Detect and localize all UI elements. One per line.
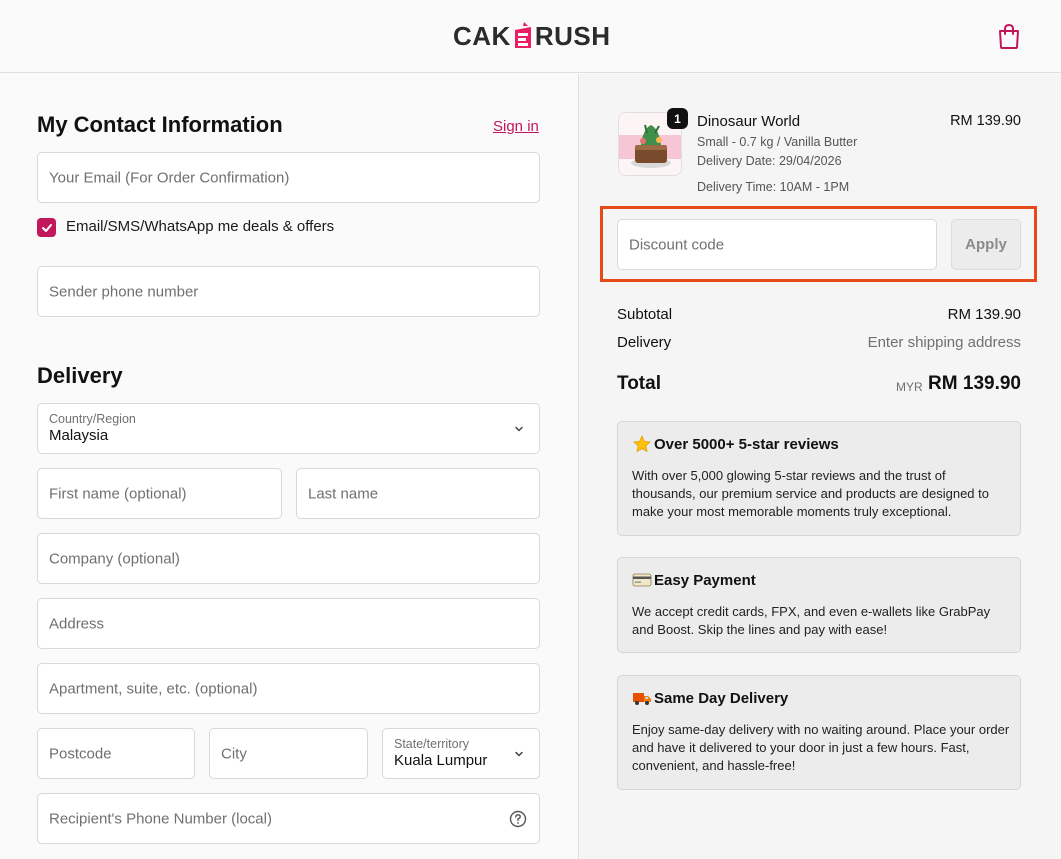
header: CAK RUSH [0, 0, 1061, 73]
recipient-phone-field[interactable]: Recipient's Phone Number (local) [37, 793, 540, 844]
first-name-field[interactable]: First name (optional) [37, 468, 282, 519]
country-select[interactable]: Country/Region Malaysia [37, 403, 540, 454]
total-currency: MYR [896, 380, 923, 394]
feature-title: Same Day Delivery [632, 689, 788, 707]
feature-title-text: Same Day Delivery [654, 689, 789, 707]
delivery-title: Delivery [37, 363, 123, 388]
star-icon [633, 435, 651, 453]
state-select[interactable]: State/territory Kuala Lumpur [382, 728, 540, 779]
postcode-placeholder: Postcode [49, 745, 112, 762]
contact-title: My Contact Information [37, 112, 283, 137]
quantity-badge: 1 [667, 108, 688, 129]
help-circle-icon[interactable] [509, 810, 527, 828]
chevron-down-icon [515, 751, 523, 756]
subtotal-value: RM 139.90 [947, 306, 1021, 323]
feature-card-reviews: Over 5000+ 5-star reviews With over 5,00… [617, 421, 1021, 536]
company-placeholder: Company (optional) [49, 550, 180, 567]
feature-title: Easy Payment [632, 571, 756, 589]
sign-in-link[interactable]: Sign in [493, 118, 539, 135]
product-price: RM 139.90 [950, 113, 1021, 129]
discount-code-placeholder: Discount code [629, 236, 725, 253]
apply-button[interactable]: Apply [951, 219, 1021, 270]
marketing-checkbox-label: Email/SMS/WhatsApp me deals & offers [66, 218, 335, 235]
logo-text-right: RUSH [534, 20, 611, 51]
sender-phone-field[interactable]: Sender phone number [37, 266, 540, 317]
address-placeholder: Address [49, 615, 105, 632]
feature-title-text: Easy Payment [654, 571, 756, 589]
email-placeholder: Your Email (For Order Confirmation) [49, 169, 290, 186]
feature-text: With over 5,000 glowing 5-star reviews a… [632, 468, 989, 519]
apartment-placeholder: Apartment, suite, etc. (optional) [49, 680, 258, 697]
delivery-label: Delivery [617, 334, 672, 351]
city-placeholder: City [221, 745, 247, 762]
delivery-truck-icon [633, 693, 651, 705]
company-field[interactable]: Company (optional) [37, 533, 540, 584]
cake-logo-icon [514, 22, 531, 48]
email-field[interactable]: Your Email (For Order Confirmation) [37, 152, 540, 203]
apartment-field[interactable]: Apartment, suite, etc. (optional) [37, 663, 540, 714]
last-name-field[interactable]: Last name [296, 468, 540, 519]
chevron-down-icon [515, 426, 523, 431]
state-label: State/territory [394, 737, 470, 751]
marketing-checkbox[interactable] [37, 218, 56, 237]
credit-card-icon [632, 573, 652, 587]
total-label: Total [617, 373, 661, 394]
country-label: Country/Region [49, 412, 136, 426]
postcode-field[interactable]: Postcode [37, 728, 195, 779]
feature-title: Over 5000+ 5-star reviews [632, 435, 839, 453]
product-delivery-date: Delivery Date: 29/04/2026 [697, 154, 842, 168]
product-variant: Small - 0.7 kg / Vanilla Butter [697, 135, 858, 149]
feature-text: We accept credit cards, FPX, and even e-… [632, 604, 991, 637]
last-name-placeholder: Last name [308, 485, 379, 502]
total-value: RM 139.90 [928, 373, 1021, 394]
country-value: Malaysia [49, 427, 109, 444]
subtotal-label: Subtotal [617, 306, 673, 323]
feature-title-text: Over 5000+ 5-star reviews [654, 435, 839, 453]
logo-text-left: CAK [453, 20, 511, 51]
delivery-value: Enter shipping address [867, 334, 1021, 351]
checkmark-icon [41, 223, 52, 232]
recipient-phone-placeholder: Recipient's Phone Number (local) [49, 810, 272, 827]
city-field[interactable]: City [209, 728, 368, 779]
feature-text: Enjoy same-day delivery with no waiting … [632, 722, 1010, 773]
state-value: Kuala Lumpur [394, 752, 488, 769]
product-delivery-time: Delivery Time: 10AM - 1PM [697, 180, 850, 194]
address-field[interactable]: Address [37, 598, 540, 649]
discount-code-field[interactable]: Discount code [617, 219, 937, 270]
sender-phone-placeholder: Sender phone number [49, 283, 199, 300]
feature-card-delivery: Same Day Delivery Enjoy same-day deliver… [617, 675, 1021, 790]
first-name-placeholder: First name (optional) [49, 485, 187, 502]
logo[interactable]: CAK RUSH [453, 20, 611, 52]
shopping-bag-icon[interactable] [996, 22, 1022, 50]
feature-card-payment: Easy Payment We accept credit cards, FPX… [617, 557, 1021, 653]
product-name: Dinosaur World [697, 113, 801, 130]
